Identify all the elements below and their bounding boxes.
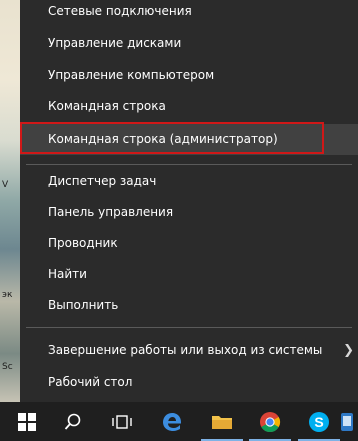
menu-item-file-explorer[interactable]: Проводник bbox=[20, 228, 358, 259]
tablet-icon[interactable] bbox=[336, 402, 358, 441]
menu-separator bbox=[26, 327, 352, 328]
menu-item-task-manager[interactable]: Диспетчер задач bbox=[20, 166, 358, 197]
menu-item-command-prompt[interactable]: Командная строка bbox=[20, 91, 358, 122]
winx-context-menu: Сетевые подключения Управление дисками У… bbox=[20, 0, 358, 402]
menu-item-shutdown[interactable]: Завершение работы или выход из системы ❯ bbox=[20, 335, 358, 366]
menu-item-command-prompt-admin[interactable]: Командная строка (администратор) bbox=[20, 122, 358, 155]
desktop-text-fragment: V bbox=[2, 180, 9, 190]
windows-start-icon[interactable] bbox=[2, 402, 52, 441]
desktop-text-fragment: эк bbox=[2, 290, 13, 300]
desktop-background: V эк Sc bbox=[0, 0, 20, 402]
edge-icon[interactable] bbox=[147, 402, 197, 441]
menu-item-search[interactable]: Найти bbox=[20, 259, 358, 290]
file-explorer-icon[interactable] bbox=[197, 402, 247, 441]
menu-item-run[interactable]: Выполнить bbox=[20, 290, 358, 321]
menu-item-label: Завершение работы или выход из системы bbox=[48, 343, 323, 357]
search-icon[interactable] bbox=[48, 402, 98, 441]
chevron-right-icon: ❯ bbox=[343, 343, 354, 358]
desktop-text-fragment: Sc bbox=[2, 362, 13, 372]
chrome-icon[interactable] bbox=[245, 402, 295, 441]
menu-separator bbox=[26, 164, 352, 165]
taskbar: S bbox=[0, 402, 358, 441]
menu-item-control-panel[interactable]: Панель управления bbox=[20, 197, 358, 228]
menu-item-label: Командная строка (администратор) bbox=[48, 132, 278, 146]
task-view-icon[interactable] bbox=[97, 402, 147, 441]
menu-item-computer-management[interactable]: Управление компьютером bbox=[20, 60, 358, 91]
menu-item-desktop[interactable]: Рабочий стол bbox=[20, 367, 358, 398]
svg-text:S: S bbox=[314, 414, 323, 430]
menu-item-network-connections[interactable]: Сетевые подключения bbox=[20, 0, 358, 27]
menu-item-disk-management[interactable]: Управление дисками bbox=[20, 28, 358, 59]
